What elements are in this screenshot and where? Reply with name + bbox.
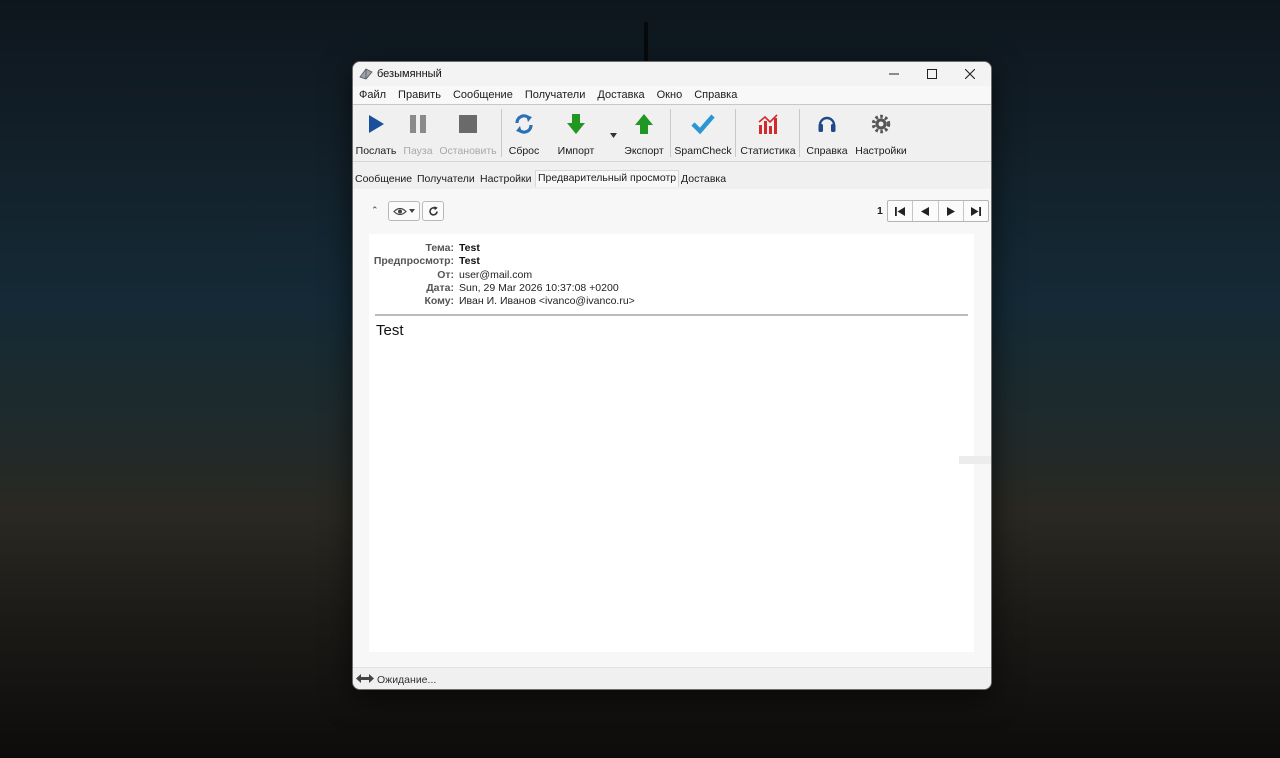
skip-first-icon bbox=[895, 206, 906, 216]
collapse-headers-icon[interactable]: ⌃ bbox=[371, 205, 379, 216]
app-window: безымянный Файл Править Сообщение Получа… bbox=[352, 61, 992, 690]
checkmark-icon bbox=[691, 114, 715, 135]
menu-bar: Файл Править Сообщение Получатели Достав… bbox=[353, 86, 991, 105]
arrow-left-icon bbox=[921, 206, 930, 216]
import-dropdown-button[interactable] bbox=[610, 129, 617, 141]
pause-button[interactable]: Пауза bbox=[401, 105, 435, 161]
menu-window[interactable]: Окно bbox=[651, 89, 689, 101]
tab-recipients[interactable]: Получатели bbox=[416, 172, 476, 186]
toolbar-separator bbox=[735, 109, 736, 157]
toolbar-separator bbox=[670, 109, 671, 157]
header-divider bbox=[375, 314, 968, 316]
refresh-preview-button[interactable] bbox=[422, 201, 444, 221]
tab-preview[interactable]: Предварительный просмотр bbox=[535, 170, 680, 187]
statistics-button[interactable]: Статистика bbox=[740, 105, 796, 161]
stop-button[interactable]: Остановить bbox=[439, 105, 497, 161]
next-page-button[interactable] bbox=[939, 201, 964, 221]
import-button[interactable]: Импорт bbox=[553, 105, 599, 161]
play-icon bbox=[369, 115, 384, 133]
menu-help[interactable]: Справка bbox=[688, 89, 743, 101]
minimize-icon bbox=[889, 73, 899, 75]
header-to: Кому: Иван И. Иванов <ivanco@ivanco.ru> bbox=[424, 295, 635, 307]
help-button[interactable]: Справка bbox=[805, 105, 849, 161]
refresh-icon bbox=[515, 114, 533, 134]
app-logo-icon bbox=[359, 68, 373, 80]
background-mast bbox=[644, 22, 648, 62]
connection-status-icon bbox=[356, 674, 374, 683]
chevron-down-icon bbox=[610, 133, 617, 138]
eye-icon bbox=[393, 207, 407, 215]
chevron-down-icon bbox=[409, 209, 415, 213]
send-button[interactable]: Послать bbox=[356, 105, 396, 161]
tab-delivery[interactable]: Доставка bbox=[680, 172, 727, 186]
arrow-up-icon bbox=[635, 114, 653, 134]
close-button[interactable] bbox=[951, 62, 989, 86]
reload-icon bbox=[428, 205, 438, 216]
maximize-button[interactable] bbox=[913, 62, 951, 86]
header-from: От: user@mail.com bbox=[437, 269, 533, 281]
toolbar: Послать Пауза Остановить Сброс Импорт Эк… bbox=[353, 105, 991, 162]
window-title: безымянный bbox=[377, 68, 442, 80]
pause-icon bbox=[410, 115, 426, 133]
arrow-right-icon bbox=[946, 206, 955, 216]
export-button[interactable]: Экспорт bbox=[623, 105, 665, 161]
title-bar[interactable]: безымянный bbox=[353, 62, 991, 86]
spamcheck-button[interactable]: SpamCheck bbox=[674, 105, 732, 161]
tab-settings[interactable]: Настройки bbox=[479, 172, 533, 186]
header-subject: Тема: Test bbox=[425, 242, 480, 254]
pager bbox=[887, 200, 989, 222]
tab-message[interactable]: Сообщение bbox=[354, 172, 413, 186]
preview-content: ⌃ 1 Тема: Test Предпросмотр: Test От: us… bbox=[353, 189, 991, 667]
status-text: Ожидание... bbox=[377, 674, 437, 686]
header-preheader: Предпросмотр: Test bbox=[373, 255, 480, 267]
message-preview-panel: Тема: Test Предпросмотр: Test От: user@m… bbox=[369, 234, 974, 652]
menu-delivery[interactable]: Доставка bbox=[591, 89, 650, 101]
bar-chart-icon bbox=[758, 114, 778, 134]
header-date: Дата: Sun, 29 Mar 2026 10:37:08 +0200 bbox=[426, 282, 619, 294]
toolbar-separator bbox=[799, 109, 800, 157]
toolbar-separator bbox=[501, 109, 502, 157]
last-page-button[interactable] bbox=[964, 201, 988, 221]
arrow-down-icon bbox=[567, 114, 585, 134]
close-icon bbox=[965, 69, 975, 79]
page-number: 1 bbox=[877, 205, 883, 217]
menu-message[interactable]: Сообщение bbox=[447, 89, 519, 101]
first-page-button[interactable] bbox=[888, 201, 914, 221]
settings-button[interactable]: Настройки bbox=[855, 105, 907, 161]
tab-bar: Сообщение Получатели Настройки Предварит… bbox=[353, 170, 991, 188]
menu-file[interactable]: Файл bbox=[353, 89, 392, 101]
prev-page-button[interactable] bbox=[913, 201, 939, 221]
stop-icon bbox=[459, 115, 477, 133]
menu-edit[interactable]: Править bbox=[392, 89, 447, 101]
gear-icon bbox=[871, 114, 891, 134]
skip-last-icon bbox=[970, 206, 981, 216]
message-body: Test bbox=[376, 322, 404, 339]
scrollbar[interactable] bbox=[959, 456, 991, 464]
view-mode-dropdown[interactable] bbox=[388, 201, 420, 221]
minimize-button[interactable] bbox=[875, 62, 913, 86]
status-bar: Ожидание... bbox=[353, 667, 991, 689]
maximize-icon bbox=[927, 69, 937, 79]
menu-recipients[interactable]: Получатели bbox=[519, 89, 592, 101]
headset-icon bbox=[818, 116, 836, 132]
reset-button[interactable]: Сброс bbox=[507, 105, 541, 161]
